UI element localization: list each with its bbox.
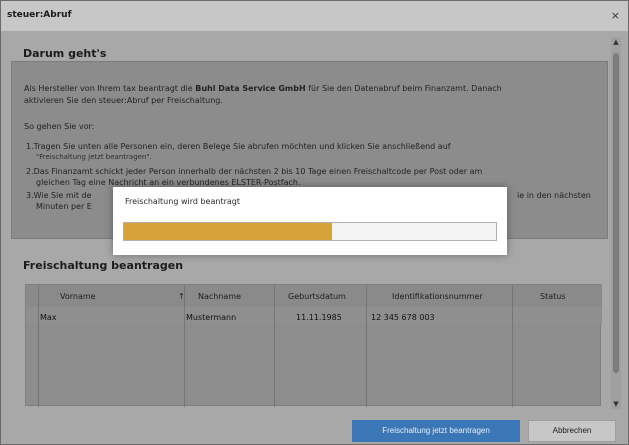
progress-dialog: Freischaltung wird beantragt <box>113 187 507 255</box>
request-activation-button[interactable]: Freischaltung jetzt beantragen <box>352 420 520 442</box>
intro-paragraph: Als Hersteller von Ihrem tax beantragt d… <box>24 83 594 94</box>
progress-fill <box>124 223 333 240</box>
step1-line2: "Freischaltung jetzt beantragen". <box>36 153 152 161</box>
cell-geburtsdatum[interactable]: 11.11.1985 <box>296 313 342 322</box>
close-icon[interactable]: × <box>611 9 620 22</box>
cell-vorname[interactable]: Max <box>40 313 57 322</box>
intro-paragraph-line2: aktivieren Sie den steuer:Abruf per Frei… <box>24 96 223 105</box>
col-nachname[interactable]: Nachname <box>198 292 241 301</box>
scroll-down-icon[interactable]: ▼ <box>611 399 621 409</box>
persons-table: Vorname ↑ Nachname Geburtsdatum Identifi… <box>25 284 602 407</box>
cell-identifikationsnummer[interactable]: 12 345 678 003 <box>371 313 435 322</box>
grid-line <box>38 285 39 407</box>
window-titlebar: steuer:Abruf × <box>1 1 628 31</box>
cancel-button[interactable]: Abbrechen <box>528 420 616 442</box>
vertical-scrollbar[interactable]: ▲ ▼ <box>611 37 621 409</box>
step3-line2-left: Minuten per E <box>36 202 92 211</box>
step3-line1-right: ie in den nächsten <box>517 191 591 200</box>
scroll-thumb[interactable] <box>613 53 619 373</box>
grid-line <box>512 285 513 407</box>
scroll-up-icon[interactable]: ▲ <box>611 37 621 47</box>
step2-line1: 2.Das Finanzamt schickt jeder Person inn… <box>26 167 483 176</box>
progress-bar <box>123 222 497 241</box>
grid-line <box>274 285 275 407</box>
company-name: Buhl Data Service GmbH <box>195 84 306 93</box>
section-heading-request: Freischaltung beantragen <box>23 259 184 272</box>
step1-line1: 1.Tragen Sie unten alle Personen ein, de… <box>26 142 451 151</box>
window-title: steuer:Abruf <box>7 10 72 20</box>
step3-line1-left: 3.Wie Sie mit de <box>26 191 92 200</box>
app-window: steuer:Abruf × ▲ ▼ Darum geht's Als Hers… <box>0 0 629 445</box>
col-identifikationsnummer[interactable]: Identifikationsnummer <box>392 292 483 301</box>
table-header: Vorname ↑ Nachname Geburtsdatum Identifi… <box>26 285 602 307</box>
grid-line <box>366 285 367 407</box>
col-vorname[interactable]: Vorname <box>60 292 96 301</box>
section-heading-intro: Darum geht's <box>23 47 107 60</box>
progress-dialog-title: Freischaltung wird beantragt <box>125 197 240 206</box>
cell-nachname[interactable]: Mustermann <box>186 313 236 322</box>
intro-text-post: für Sie den Datenabruf beim Finanzamt. D… <box>305 84 502 93</box>
grid-line <box>184 285 185 407</box>
col-geburtsdatum[interactable]: Geburtsdatum <box>288 292 346 301</box>
col-status[interactable]: Status <box>540 292 566 301</box>
intro-text-pre: Als Hersteller von Ihrem tax beantragt d… <box>24 84 196 93</box>
steps-intro: So gehen Sie vor: <box>24 122 95 131</box>
